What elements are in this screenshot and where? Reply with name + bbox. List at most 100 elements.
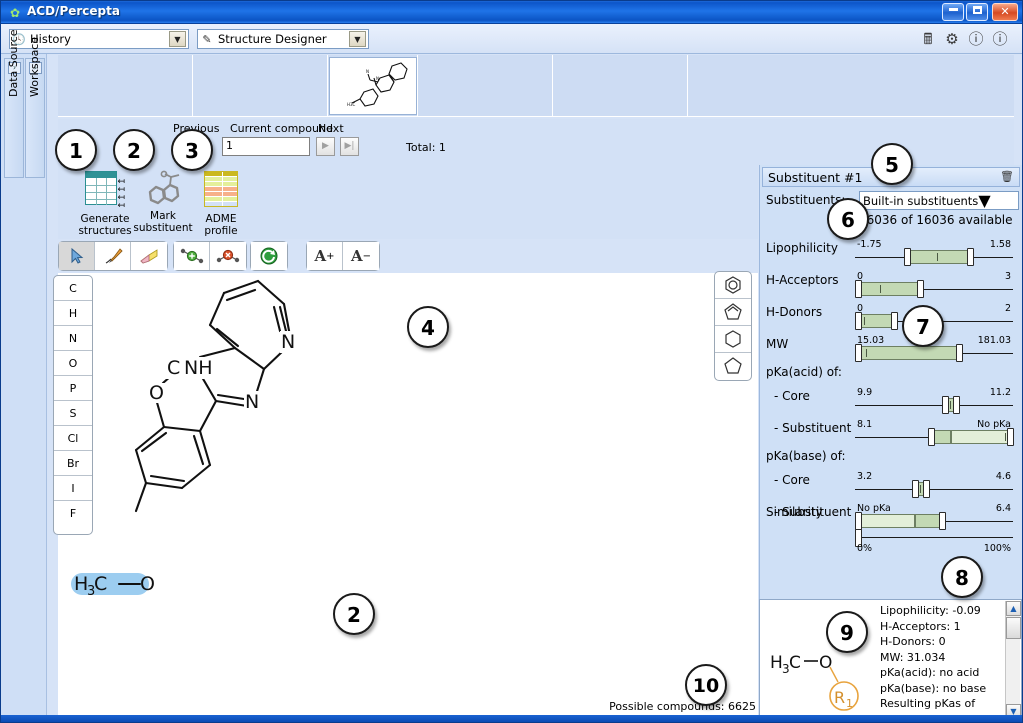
slider-handle-max[interactable] <box>891 312 899 330</box>
h-donors-label: H-Donors <box>766 305 823 319</box>
sidebar-tab-workspace[interactable]: › Workspace <box>25 37 45 178</box>
similarity-label: Similarity <box>766 505 823 519</box>
mark-substituent-button[interactable]: Mark substituent <box>130 168 196 238</box>
decrease-font-tool[interactable]: A − <box>343 242 379 270</box>
current-compound-input[interactable]: 1 <box>222 137 310 156</box>
gear-icon[interactable]: ⚙ <box>942 29 962 49</box>
slider-handle-max[interactable] <box>952 396 960 414</box>
drawing-toolbar: A + A − <box>58 241 758 273</box>
increase-font-tool[interactable]: A + <box>307 242 343 270</box>
label-O: O <box>819 653 832 673</box>
atom-button-Cl[interactable]: Cl <box>54 426 92 451</box>
module-dropdown[interactable]: ✎ Structure Designer ▼ <box>197 29 369 49</box>
chevron-down-icon[interactable]: ▼ <box>978 191 990 210</box>
compound-thumbnail-strip[interactable]: N N H3C <box>58 55 1014 117</box>
atom-button-H[interactable]: H <box>54 301 92 326</box>
pka-acid-header: pKa(acid) of: <box>766 365 842 379</box>
pka-acid-core-slider[interactable]: 9.9 11.2 <box>855 387 1013 414</box>
last-compound-button[interactable]: ▶| <box>340 137 359 156</box>
cyclohexane-ring-tool[interactable] <box>715 326 751 353</box>
slider-handle-min[interactable] <box>941 396 949 414</box>
label-C: C <box>789 653 801 673</box>
atom-button-O[interactable]: O <box>54 351 92 376</box>
increase-font-sup: + <box>326 250 335 262</box>
maximize-button[interactable] <box>966 3 988 21</box>
generate-structures-label-line1: Generate <box>80 213 130 225</box>
cyclopentadiene-ring-tool[interactable] <box>715 299 751 326</box>
thumbnail-cell[interactable] <box>58 55 193 117</box>
cyclopentane-ring-tool[interactable] <box>715 353 751 380</box>
benzene-ring-tool[interactable] <box>715 272 751 299</box>
pencil-icon <box>105 248 123 264</box>
slider-handle-min[interactable] <box>903 248 911 266</box>
atom-button-I[interactable]: I <box>54 476 92 501</box>
sidebar-tab-data-source[interactable]: › Data Source <box>4 29 24 178</box>
preview-scrollbar[interactable]: ▲ ▼ <box>1005 601 1021 719</box>
pka-base-substituent-slider[interactable]: No pKa 6.4 <box>855 503 1013 530</box>
thumbnail-cell[interactable] <box>553 55 688 117</box>
structure-drawing-canvas[interactable]: CH 3 O NH N N H 3 C O <box>58 273 758 721</box>
lipophilicity-label: Lipophilicity <box>766 241 838 255</box>
pka-base-substituent-min: No pKa <box>857 503 891 514</box>
slider-handle-min[interactable] <box>855 280 862 298</box>
scrollbar-thumb[interactable] <box>1006 617 1021 639</box>
slider-handle-min[interactable] <box>911 480 919 498</box>
info-icon[interactable]: ⓘ <box>990 29 1010 49</box>
slider-tick <box>864 317 866 325</box>
atom-button-S[interactable]: S <box>54 401 92 426</box>
atom-button-Br[interactable]: Br <box>54 451 92 476</box>
slider-tick <box>866 349 868 357</box>
property-h-donors: H-Donors: 0 <box>880 635 946 648</box>
help-icon[interactable]: ⓘ <box>966 29 986 49</box>
atom-button-N[interactable]: N <box>54 326 92 351</box>
slider-handle-max[interactable] <box>922 480 930 498</box>
thumbnail-cell-selected[interactable]: N N H3C <box>328 55 418 117</box>
similarity-slider[interactable]: 0% 100% <box>855 527 1013 555</box>
thumbnail-cell[interactable] <box>418 55 553 117</box>
generate-structures-button[interactable]: ↤ ↤ ↤ ↤ Generate structures <box>72 168 138 238</box>
atom-button-F[interactable]: F <box>54 501 92 526</box>
minimize-button[interactable] <box>942 3 964 21</box>
erase-tool[interactable] <box>131 242 167 270</box>
callout-4: 4 <box>407 306 449 348</box>
trash-icon[interactable]: 🗑 <box>1000 170 1014 183</box>
atom-button-C[interactable]: C <box>54 276 92 301</box>
slider-handle-max[interactable] <box>916 280 924 298</box>
naphthalene-mark-icon <box>130 168 196 210</box>
callout-9: 9 <box>826 611 868 653</box>
substituent-preview-box: H 3 C O R 1 Lipophilicity: -0.09 H-Accep… <box>759 599 1022 721</box>
select-tool[interactable] <box>59 242 95 270</box>
slider-handle-max[interactable] <box>1006 428 1014 446</box>
sidebar-tab-workspace-label: Workspace <box>28 36 41 97</box>
slider-handle-max[interactable] <box>967 248 975 266</box>
adme-profile-button[interactable]: ADME profile <box>188 168 254 238</box>
chevron-down-icon[interactable]: ▼ <box>349 31 366 47</box>
pka-acid-substituent-max: No pKa <box>977 419 1011 430</box>
chevron-down-icon[interactable]: ▼ <box>169 31 186 47</box>
clean-structure-tool[interactable] <box>251 242 287 270</box>
next-compound-button[interactable]: ▶ <box>316 137 335 156</box>
property-pka-acid: pKa(acid): no acid <box>880 666 980 679</box>
h-acceptors-slider[interactable]: 0 3 <box>855 271 1013 298</box>
close-button[interactable]: ✕ <box>992 3 1018 21</box>
slider-handle-min[interactable] <box>855 344 862 362</box>
slider-handle-min[interactable] <box>855 312 862 330</box>
substituents-source-dropdown[interactable]: Built-in substituents ▼ <box>859 191 1019 210</box>
lipophilicity-slider[interactable]: -1.75 1.58 <box>855 239 1013 266</box>
add-atom-tool[interactable] <box>174 242 210 270</box>
substituent-property-list: Lipophilicity: -0.09 H-Acceptors: 1 H-Do… <box>880 603 1006 719</box>
label-N-pyridine: N <box>281 331 295 353</box>
slider-handle-min[interactable] <box>927 428 935 446</box>
draw-tool[interactable] <box>95 242 131 270</box>
left-tab-rail: › Data Source › Workspace <box>1 29 47 722</box>
pka-acid-substituent-slider[interactable]: 8.1 No pKa <box>855 419 1014 446</box>
label-O-bottom: O <box>140 573 155 595</box>
pka-base-core-slider[interactable]: 3.2 4.6 <box>855 471 1013 498</box>
delete-atom-tool[interactable] <box>210 242 246 270</box>
calculator-icon[interactable]: 🖩 <box>918 29 938 49</box>
compound-thumbnail-image: N N H3C <box>328 57 417 115</box>
scroll-up-button[interactable]: ▲ <box>1006 601 1021 616</box>
slider-handle-max[interactable] <box>956 344 964 362</box>
atom-button-P[interactable]: P <box>54 376 92 401</box>
thumbnail-cell[interactable] <box>193 55 328 117</box>
